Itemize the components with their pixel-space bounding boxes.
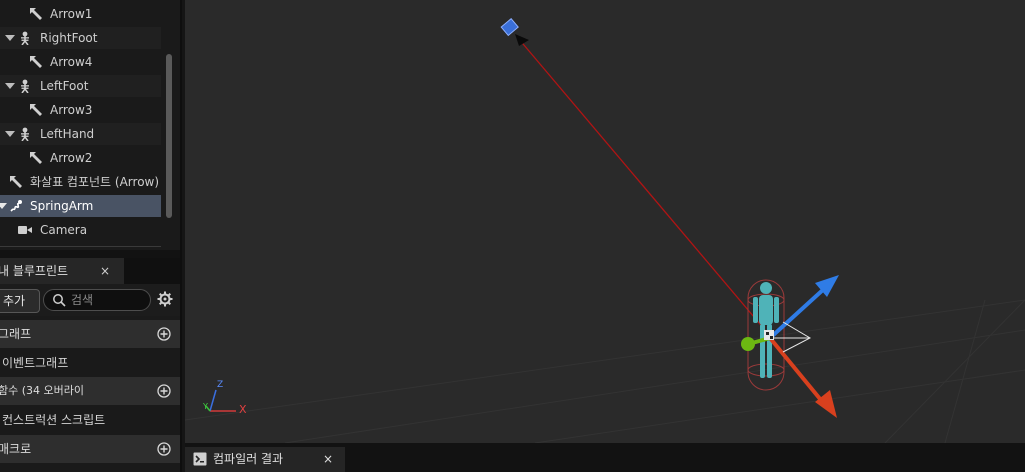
- tree-item-springarm[interactable]: SpringArm: [0, 195, 161, 217]
- section-label: 매크로: [0, 442, 32, 456]
- components-scrollbar[interactable]: [166, 54, 172, 218]
- tab-close-button[interactable]: ×: [323, 447, 333, 472]
- add-circle-icon[interactable]: [157, 327, 171, 341]
- tree-item-label: RightFoot: [40, 31, 98, 45]
- section-graphs-header[interactable]: 그래프: [0, 320, 181, 348]
- expand-triangle-icon[interactable]: [0, 203, 7, 209]
- arrow-component-icon: [10, 176, 22, 188]
- camera-gizmo[interactable]: [500, 17, 529, 46]
- spring-arm-line: [517, 37, 766, 331]
- add-circle-icon[interactable]: [157, 442, 171, 456]
- arrow-component-icon: [30, 104, 42, 116]
- tab-my-blueprint[interactable]: 내 블루프린트 ×: [0, 258, 124, 284]
- panel-divider[interactable]: [180, 0, 182, 472]
- transform-gizmo[interactable]: [741, 275, 839, 418]
- tree-item-label: Arrow3: [50, 103, 93, 117]
- blueprint-tabbar: 내 블루프린트 ×: [0, 258, 181, 284]
- bottom-tabbar: 컴파일러 결과 ×: [185, 443, 1025, 472]
- viewport-scene: [185, 17, 1025, 443]
- panel-splitter[interactable]: [0, 250, 181, 258]
- tree-item-arrow1[interactable]: Arrow1: [0, 3, 161, 25]
- skeleton-icon: [21, 79, 29, 93]
- arrow-component-icon: [30, 56, 42, 68]
- components-tree: Arrow1 RightFoot Arrow4 LeftFoot Arrow3: [0, 0, 164, 252]
- floor-grid: [185, 299, 1025, 443]
- add-circle-icon[interactable]: [157, 384, 171, 398]
- tree-item-label: SpringArm: [30, 199, 94, 213]
- tree-item-arrow-component[interactable]: 화살표 컴포넌트 (Arrow): [0, 171, 161, 193]
- blueprint-toolbar: 추가 검색: [0, 284, 181, 316]
- tree-item-label: 화살표 컴포넌트 (Arrow): [30, 175, 160, 189]
- axis-indicator: [205, 389, 236, 412]
- tab-compiler-results[interactable]: 컴파일러 결과 ×: [185, 447, 345, 472]
- axis-z-label: Z: [217, 380, 224, 390]
- search-icon: [53, 294, 66, 307]
- list-item-label: 이벤트그래프: [2, 356, 69, 370]
- camera-icon: [18, 226, 32, 234]
- arrow-component-icon: [30, 152, 42, 164]
- skeleton-icon: [21, 31, 29, 45]
- section-functions-header[interactable]: 함수 (34 오버라이: [0, 377, 181, 405]
- tree-item-rightfoot[interactable]: RightFoot: [0, 27, 161, 49]
- expand-triangle-icon[interactable]: [5, 131, 15, 137]
- tree-item-arrow2[interactable]: Arrow2: [0, 147, 161, 169]
- tree-item-label: Arrow4: [50, 55, 93, 69]
- compiler-results-icon: [193, 452, 207, 466]
- axis-x-label: X: [239, 403, 247, 416]
- gear-icon[interactable]: [157, 291, 173, 307]
- tree-item-camera[interactable]: Camera: [0, 219, 161, 241]
- tab-label: 컴파일러 결과: [213, 452, 284, 466]
- arrow-component-icon: [30, 8, 42, 20]
- search-input[interactable]: 검색: [43, 289, 151, 311]
- viewport[interactable]: X Z Y: [185, 0, 1025, 443]
- list-item: [0, 463, 181, 472]
- tree-item-label: LeftHand: [40, 127, 95, 141]
- search-placeholder: 검색: [71, 293, 94, 307]
- section-label: 그래프: [0, 327, 32, 341]
- tree-item-label: LeftFoot: [40, 79, 89, 93]
- list-item-construction-script[interactable]: 컨스트럭션 스크립트: [0, 405, 181, 435]
- section-label: 함수 (34 오버라이: [0, 384, 85, 397]
- tree-item-label: Camera: [40, 223, 88, 237]
- list-item-event-graph[interactable]: 이벤트그래프: [0, 348, 181, 378]
- section-macros-header[interactable]: 매크로: [0, 435, 181, 463]
- left-panel: Arrow1 RightFoot Arrow4 LeftFoot Arrow3: [0, 0, 181, 472]
- list-item-label: 컨스트럭션 스크립트: [2, 413, 106, 427]
- tree-item-label: Arrow2: [50, 151, 93, 165]
- axis-y-label: Y: [203, 402, 208, 411]
- add-button[interactable]: 추가: [0, 289, 40, 313]
- add-button-label: 추가: [3, 294, 26, 308]
- spring-arm-icon: [10, 200, 22, 212]
- tab-close-button[interactable]: ×: [100, 258, 110, 284]
- tree-item-lefthand[interactable]: LeftHand: [0, 123, 161, 145]
- expand-triangle-icon[interactable]: [5, 35, 15, 41]
- tree-item-arrow4[interactable]: Arrow4: [0, 51, 161, 73]
- divider: [0, 246, 161, 247]
- tree-item-leftfoot[interactable]: LeftFoot: [0, 75, 161, 97]
- tab-label: 내 블루프린트: [0, 264, 69, 278]
- expand-triangle-icon[interactable]: [5, 83, 15, 89]
- skeleton-icon: [21, 127, 29, 141]
- tree-item-label: Arrow1: [50, 7, 93, 21]
- tree-item-arrow3[interactable]: Arrow3: [0, 99, 161, 121]
